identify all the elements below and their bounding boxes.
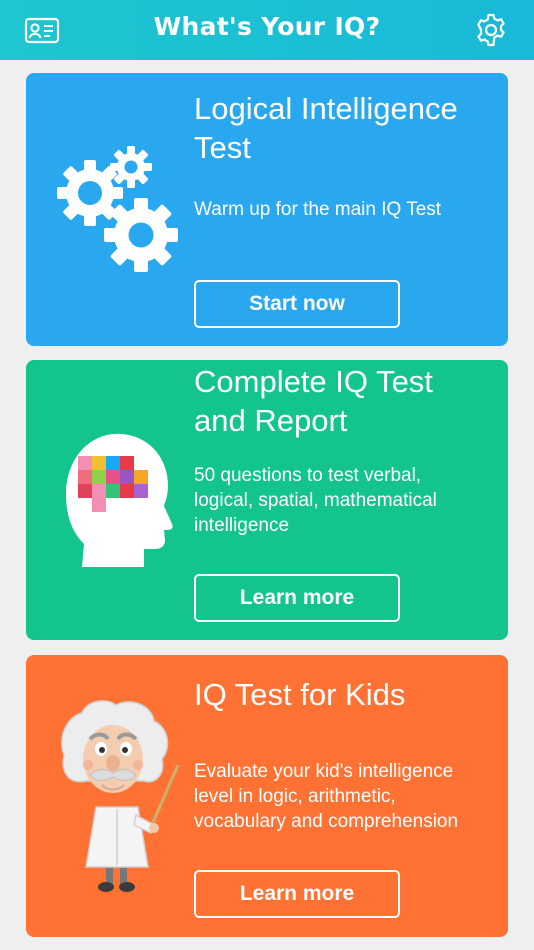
card-title: Complete IQ Test and Report xyxy=(194,364,433,438)
card-description: Evaluate your kid's intelligence level i… xyxy=(194,761,459,832)
kids-iq-card[interactable]: IQ Test for Kids Evaluate your kid's int… xyxy=(26,655,508,937)
gear-icon[interactable] xyxy=(473,12,509,48)
gears-icon xyxy=(56,145,181,280)
app-header: What's Your IQ? xyxy=(0,0,534,60)
start-now-button[interactable]: Start now xyxy=(194,280,400,328)
learn-more-button[interactable]: Learn more xyxy=(194,574,400,622)
learn-more-button[interactable]: Learn more xyxy=(194,870,400,918)
card-description: Warm up for the main IQ Test xyxy=(194,199,442,220)
complete-iq-card[interactable]: Complete IQ Test and Report 50 questions… xyxy=(26,360,508,640)
card-description: 50 questions to test verbal, logical, sp… xyxy=(194,465,437,536)
logical-test-card[interactable]: Logical Intelligence Test Warm up for th… xyxy=(26,73,508,346)
app-title: What's Your IQ? xyxy=(153,12,381,41)
card-title: IQ Test for Kids xyxy=(194,677,406,712)
scientist-mascot xyxy=(56,697,181,902)
head-brain-icon xyxy=(64,432,176,577)
card-title: Logical Intelligence Test xyxy=(194,91,458,165)
